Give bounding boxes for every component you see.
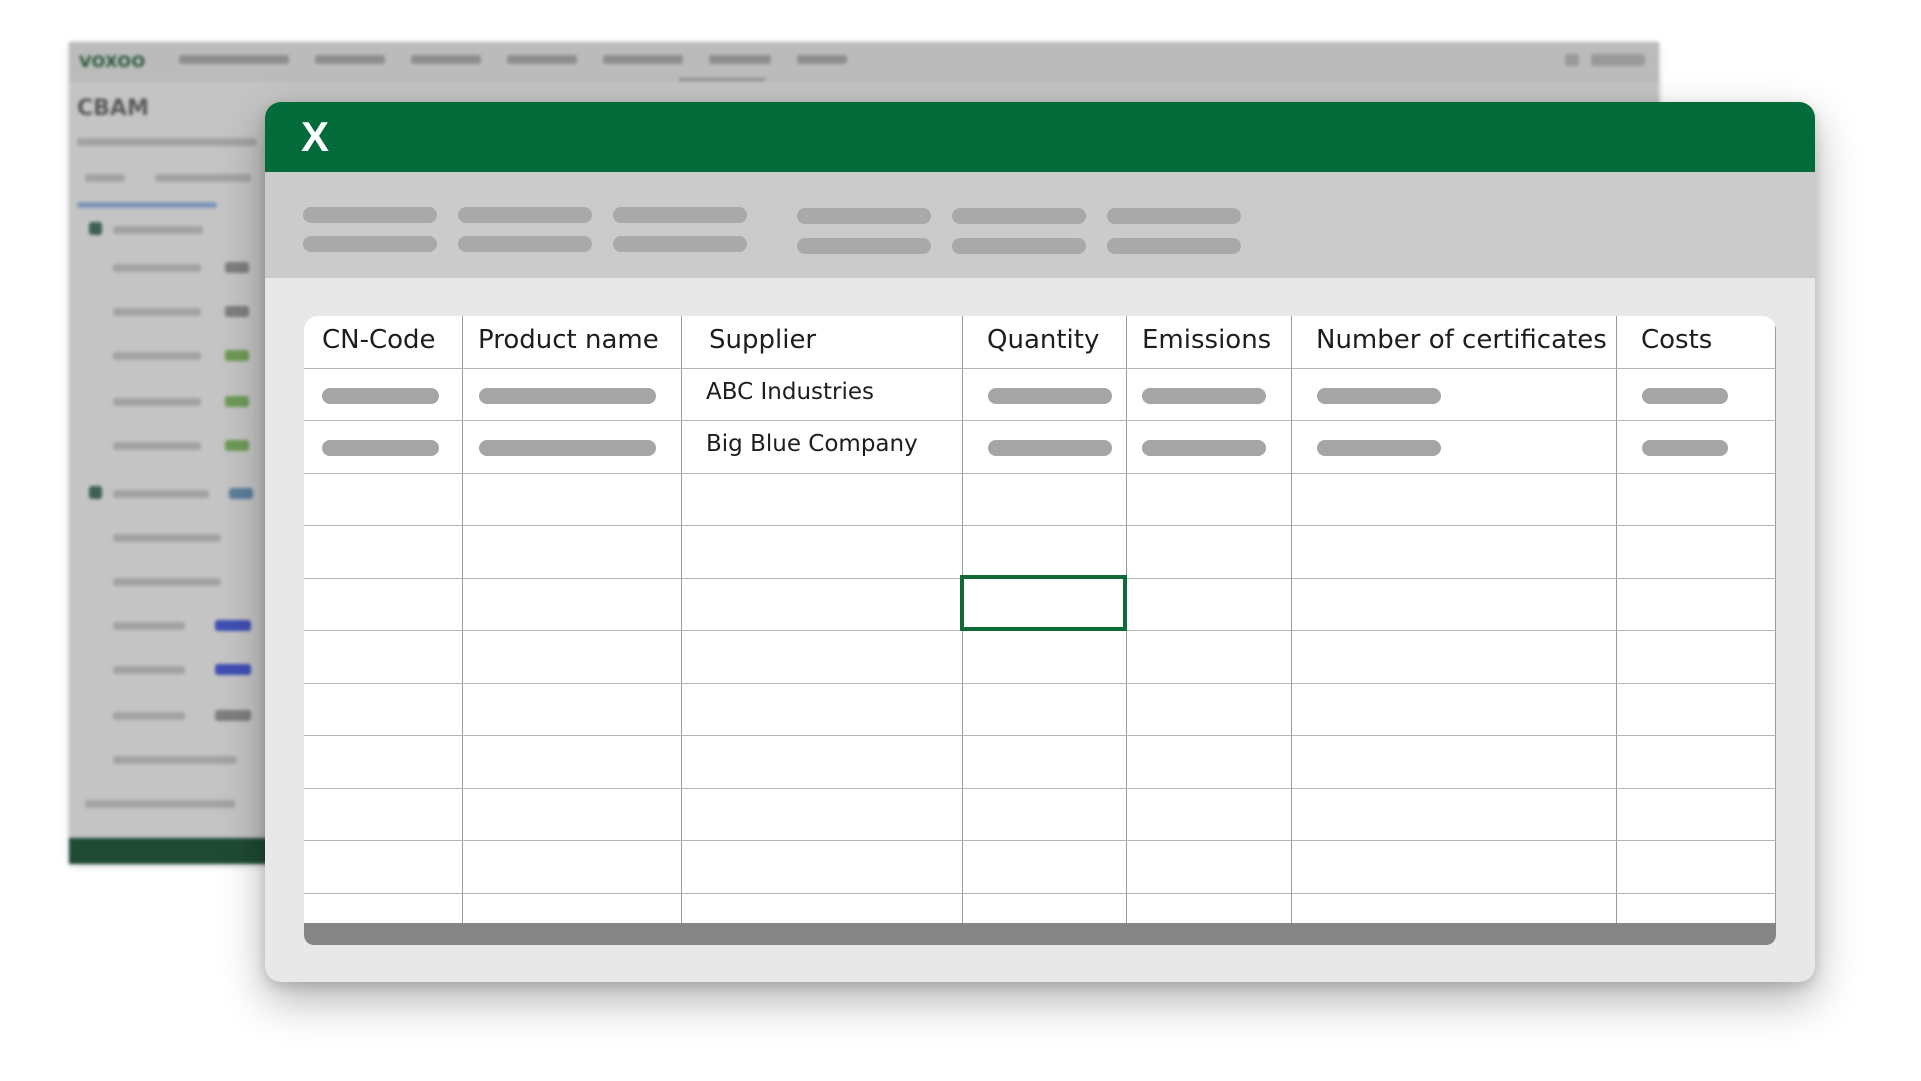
cell-placeholder[interactable] [479, 440, 656, 456]
horizontal-scrollbar[interactable] [304, 923, 1776, 945]
cell-placeholder[interactable] [1317, 388, 1441, 404]
cell-placeholder[interactable] [322, 388, 439, 404]
background-list-item [113, 442, 201, 450]
cell-supplier[interactable]: ABC Industries [706, 379, 874, 405]
cell-placeholder[interactable] [479, 388, 656, 404]
background-group-icon [89, 486, 102, 499]
selected-cell-quantity[interactable] [960, 575, 1127, 631]
cell-placeholder[interactable] [1642, 440, 1728, 456]
background-filter [155, 174, 251, 182]
background-list-item [113, 352, 201, 360]
background-filter [85, 174, 125, 182]
background-link [77, 202, 217, 208]
cell-placeholder[interactable] [988, 388, 1112, 404]
background-list-item [113, 756, 237, 764]
background-tag [225, 262, 249, 273]
background-app-logo: VOXOO [79, 52, 146, 71]
background-group-label [113, 226, 203, 234]
header-supplier[interactable]: Supplier [709, 325, 816, 355]
row-separator [304, 368, 1776, 369]
background-tag [225, 306, 249, 317]
header-costs[interactable]: Costs [1641, 325, 1712, 355]
background-tag [215, 664, 251, 675]
background-tag [215, 710, 251, 721]
header-quantity[interactable]: Quantity [987, 325, 1099, 355]
column-supplier [682, 316, 963, 924]
row-separator [304, 525, 1776, 526]
background-page-title: CBAM [77, 96, 149, 121]
background-list-item [113, 308, 201, 316]
background-list-item [113, 622, 185, 630]
background-nav-active-indicator [679, 78, 765, 81]
column-product-name [463, 316, 682, 924]
row-separator [304, 893, 1776, 894]
row-separator [304, 683, 1776, 684]
background-list-item [113, 712, 185, 720]
background-tag [215, 620, 251, 631]
cell-placeholder[interactable] [1642, 388, 1728, 404]
column-costs [1617, 316, 1776, 924]
background-tag [225, 350, 249, 361]
column-cn-code [304, 316, 463, 924]
background-list-item [113, 534, 221, 542]
background-nav-items [179, 55, 847, 64]
background-list-item [113, 666, 185, 674]
column-number-of-certificates [1292, 316, 1617, 924]
cell-placeholder[interactable] [1142, 440, 1266, 456]
background-group-icon [89, 222, 102, 235]
column-emissions [1127, 316, 1292, 924]
spreadsheet-grid[interactable]: CN-Code Product name Supplier Quantity E… [304, 316, 1776, 924]
background-list-item [113, 398, 201, 406]
header-emissions[interactable]: Emissions [1142, 325, 1271, 355]
background-top-right-controls [1565, 54, 1645, 66]
row-separator [304, 473, 1776, 474]
row-separator [304, 735, 1776, 736]
background-footnote [85, 800, 235, 808]
background-group-label [113, 490, 209, 498]
cell-placeholder[interactable] [322, 440, 439, 456]
cell-supplier[interactable]: Big Blue Company [706, 431, 918, 457]
background-tag [225, 440, 249, 451]
background-list-item [113, 264, 201, 272]
header-product-name[interactable]: Product name [478, 325, 659, 355]
background-tag [229, 488, 253, 499]
cell-placeholder[interactable] [988, 440, 1112, 456]
background-top-nav: VOXOO [69, 42, 1659, 82]
background-subtitle [77, 138, 257, 146]
background-tag [225, 396, 249, 407]
header-cn-code[interactable]: CN-Code [322, 325, 436, 355]
row-separator [304, 420, 1776, 421]
row-separator [304, 840, 1776, 841]
row-separator [304, 788, 1776, 789]
spreadsheet-body: CN-Code Product name Supplier Quantity E… [265, 102, 1815, 982]
background-list-item [113, 578, 221, 586]
cell-placeholder[interactable] [1317, 440, 1441, 456]
header-number-of-certificates[interactable]: Number of certificates [1316, 325, 1607, 355]
cell-placeholder[interactable] [1142, 388, 1266, 404]
